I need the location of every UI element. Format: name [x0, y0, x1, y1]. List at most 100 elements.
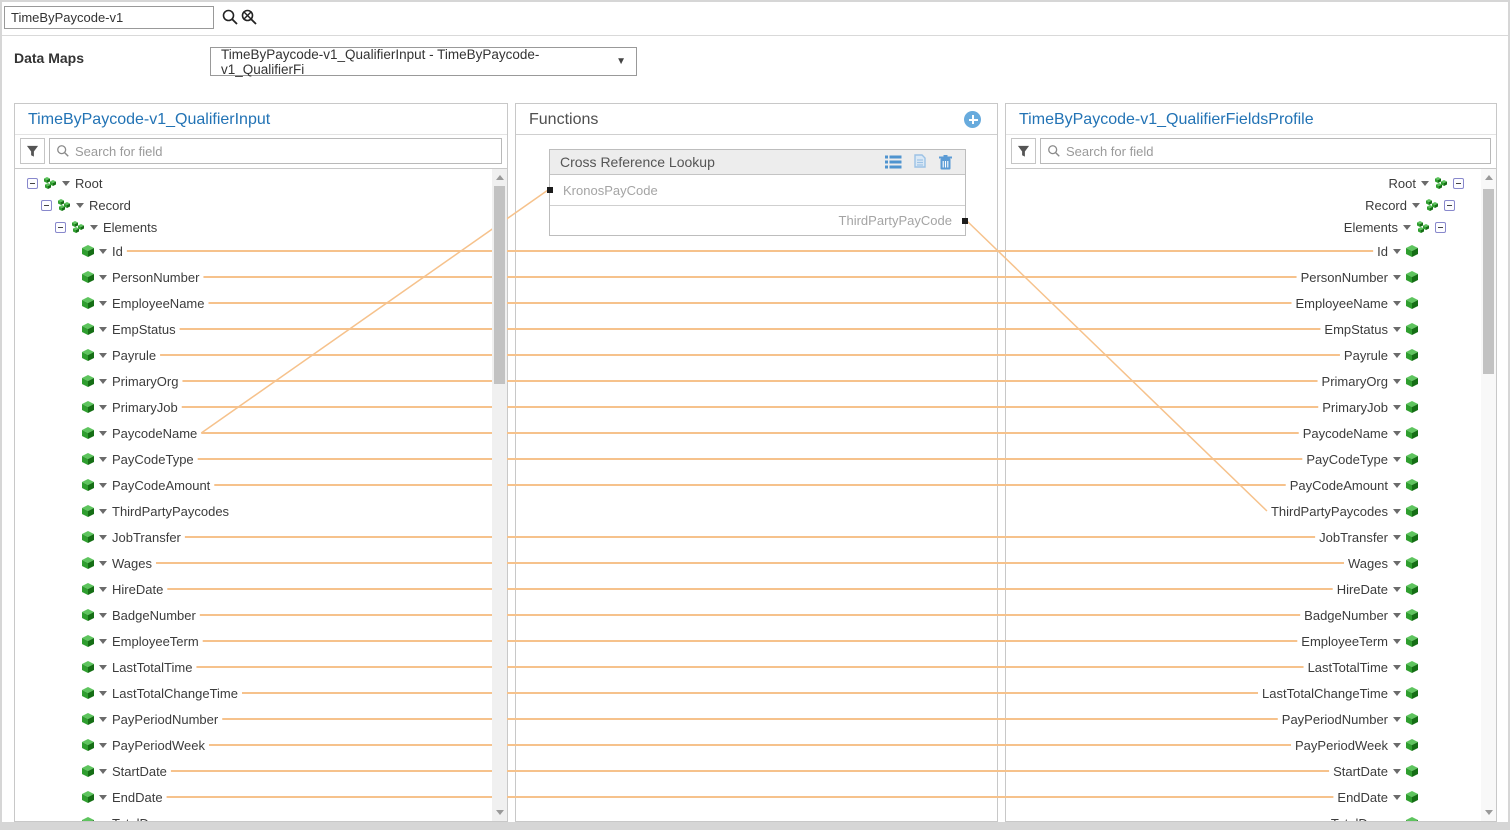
function-configure-icon[interactable]	[883, 153, 903, 171]
tree-group-row[interactable]: Record	[1006, 194, 1496, 216]
chevron-down-icon[interactable]	[99, 249, 107, 254]
tree-field-row[interactable]: PayCodeType	[1006, 446, 1496, 472]
chevron-down-icon[interactable]	[1393, 613, 1401, 618]
chevron-down-icon[interactable]	[1393, 665, 1401, 670]
tree-field-row[interactable]: PayPeriodWeek	[15, 732, 507, 758]
chevron-down-icon[interactable]	[99, 275, 107, 280]
scrollbar-thumb[interactable]	[494, 186, 505, 384]
chevron-down-icon[interactable]	[99, 639, 107, 644]
function-input-row[interactable]: KronosPayCode	[550, 175, 965, 205]
tree-field-row[interactable]: Payrule	[1006, 342, 1496, 368]
add-function-icon[interactable]	[964, 111, 981, 128]
function-output-row[interactable]: ThirdPartyPayCode	[550, 205, 965, 235]
chevron-down-icon[interactable]	[99, 561, 107, 566]
chevron-down-icon[interactable]	[62, 181, 70, 186]
tree-field-row[interactable]: Id	[1006, 238, 1496, 264]
chevron-down-icon[interactable]	[1393, 249, 1401, 254]
tree-field-row[interactable]: PaycodeName	[1006, 420, 1496, 446]
tree-field-row[interactable]: HireDate	[1006, 576, 1496, 602]
chevron-down-icon[interactable]	[1393, 327, 1401, 332]
chevron-down-icon[interactable]	[99, 405, 107, 410]
search-icon[interactable]	[221, 8, 239, 26]
tree-field-row[interactable]: JobTransfer	[1006, 524, 1496, 550]
chevron-down-icon[interactable]	[99, 691, 107, 696]
tree-field-row[interactable]: PrimaryOrg	[15, 368, 507, 394]
chevron-down-icon[interactable]	[1393, 301, 1401, 306]
tree-field-row[interactable]: PayCodeType	[15, 446, 507, 472]
tree-field-row[interactable]: Id	[15, 238, 507, 264]
chevron-down-icon[interactable]	[1393, 431, 1401, 436]
tree-field-row[interactable]: PrimaryJob	[15, 394, 507, 420]
chevron-down-icon[interactable]	[99, 301, 107, 306]
chevron-down-icon[interactable]	[99, 587, 107, 592]
scroll-up-icon[interactable]	[1481, 170, 1496, 185]
chevron-down-icon[interactable]	[1393, 561, 1401, 566]
tree-field-row[interactable]: LastTotalTime	[1006, 654, 1496, 680]
tree-field-row[interactable]: EmpStatus	[1006, 316, 1496, 342]
tree-field-row[interactable]: StartDate	[15, 758, 507, 784]
source-tree-scrollbar[interactable]	[492, 169, 507, 821]
function-box[interactable]: Cross Reference Lookup	[549, 149, 966, 236]
function-output-connector[interactable]	[962, 218, 968, 224]
chevron-down-icon[interactable]	[1393, 639, 1401, 644]
chevron-down-icon[interactable]	[1421, 181, 1429, 186]
collapse-icon[interactable]	[55, 222, 66, 233]
chevron-down-icon[interactable]	[90, 225, 98, 230]
chevron-down-icon[interactable]	[1393, 483, 1401, 488]
tree-field-row[interactable]: EndDate	[15, 784, 507, 810]
tree-field-row[interactable]: LastTotalTime	[15, 654, 507, 680]
tree-field-row[interactable]: BadgeNumber	[15, 602, 507, 628]
scroll-up-icon[interactable]	[492, 170, 507, 185]
chevron-down-icon[interactable]	[99, 483, 107, 488]
tree-field-row[interactable]: BadgeNumber	[1006, 602, 1496, 628]
tree-field-row[interactable]: PersonNumber	[15, 264, 507, 290]
scroll-down-icon[interactable]	[1481, 805, 1496, 820]
chevron-down-icon[interactable]	[99, 821, 107, 822]
collapse-icon[interactable]	[41, 200, 52, 211]
filter-button[interactable]	[20, 138, 45, 164]
chevron-down-icon[interactable]	[99, 665, 107, 670]
chevron-down-icon[interactable]	[99, 535, 107, 540]
tree-field-row[interactable]: TotalDays	[15, 810, 507, 821]
tree-field-row[interactable]: Payrule	[15, 342, 507, 368]
tree-field-row[interactable]: PaycodeName	[15, 420, 507, 446]
chevron-down-icon[interactable]	[99, 613, 107, 618]
chevron-down-icon[interactable]	[99, 717, 107, 722]
tree-field-row[interactable]: Wages	[15, 550, 507, 576]
chevron-down-icon[interactable]	[1393, 509, 1401, 514]
tree-group-row[interactable]: Root	[15, 172, 507, 194]
tree-field-row[interactable]: EndDate	[1006, 784, 1496, 810]
scroll-down-icon[interactable]	[492, 805, 507, 820]
chevron-down-icon[interactable]	[1393, 691, 1401, 696]
target-field-search-input[interactable]	[1066, 144, 1484, 159]
chevron-down-icon[interactable]	[99, 431, 107, 436]
chevron-down-icon[interactable]	[99, 379, 107, 384]
tree-field-row[interactable]: LastTotalChangeTime	[1006, 680, 1496, 706]
collapse-icon[interactable]	[1444, 200, 1455, 211]
scrollbar-thumb[interactable]	[1483, 189, 1494, 374]
tree-field-row[interactable]: EmployeeName	[15, 290, 507, 316]
tree-field-row[interactable]: EmployeeName	[1006, 290, 1496, 316]
chevron-down-icon[interactable]	[1393, 717, 1401, 722]
source-field-search-input[interactable]	[75, 144, 495, 159]
tree-group-row[interactable]: Root	[1006, 172, 1496, 194]
chevron-down-icon[interactable]	[76, 203, 84, 208]
tree-field-row[interactable]: PayPeriodNumber	[1006, 706, 1496, 732]
chevron-down-icon[interactable]	[1393, 405, 1401, 410]
tree-field-row[interactable]: EmployeeTerm	[1006, 628, 1496, 654]
function-input-connector[interactable]	[547, 187, 553, 193]
tree-field-row[interactable]: HireDate	[15, 576, 507, 602]
chevron-down-icon[interactable]	[1393, 795, 1401, 800]
chevron-down-icon[interactable]	[1393, 821, 1401, 822]
chevron-down-icon[interactable]	[1393, 535, 1401, 540]
chevron-down-icon[interactable]	[1393, 587, 1401, 592]
tree-field-row[interactable]: EmployeeTerm	[15, 628, 507, 654]
chevron-down-icon[interactable]	[99, 795, 107, 800]
chevron-down-icon[interactable]	[99, 457, 107, 462]
tree-field-row[interactable]: PrimaryOrg	[1006, 368, 1496, 394]
tree-field-row[interactable]: StartDate	[1006, 758, 1496, 784]
tree-group-row[interactable]: Record	[15, 194, 507, 216]
tree-field-row[interactable]: Wages	[1006, 550, 1496, 576]
tree-group-row[interactable]: Elements	[1006, 216, 1496, 238]
tree-field-row[interactable]: PrimaryJob	[1006, 394, 1496, 420]
